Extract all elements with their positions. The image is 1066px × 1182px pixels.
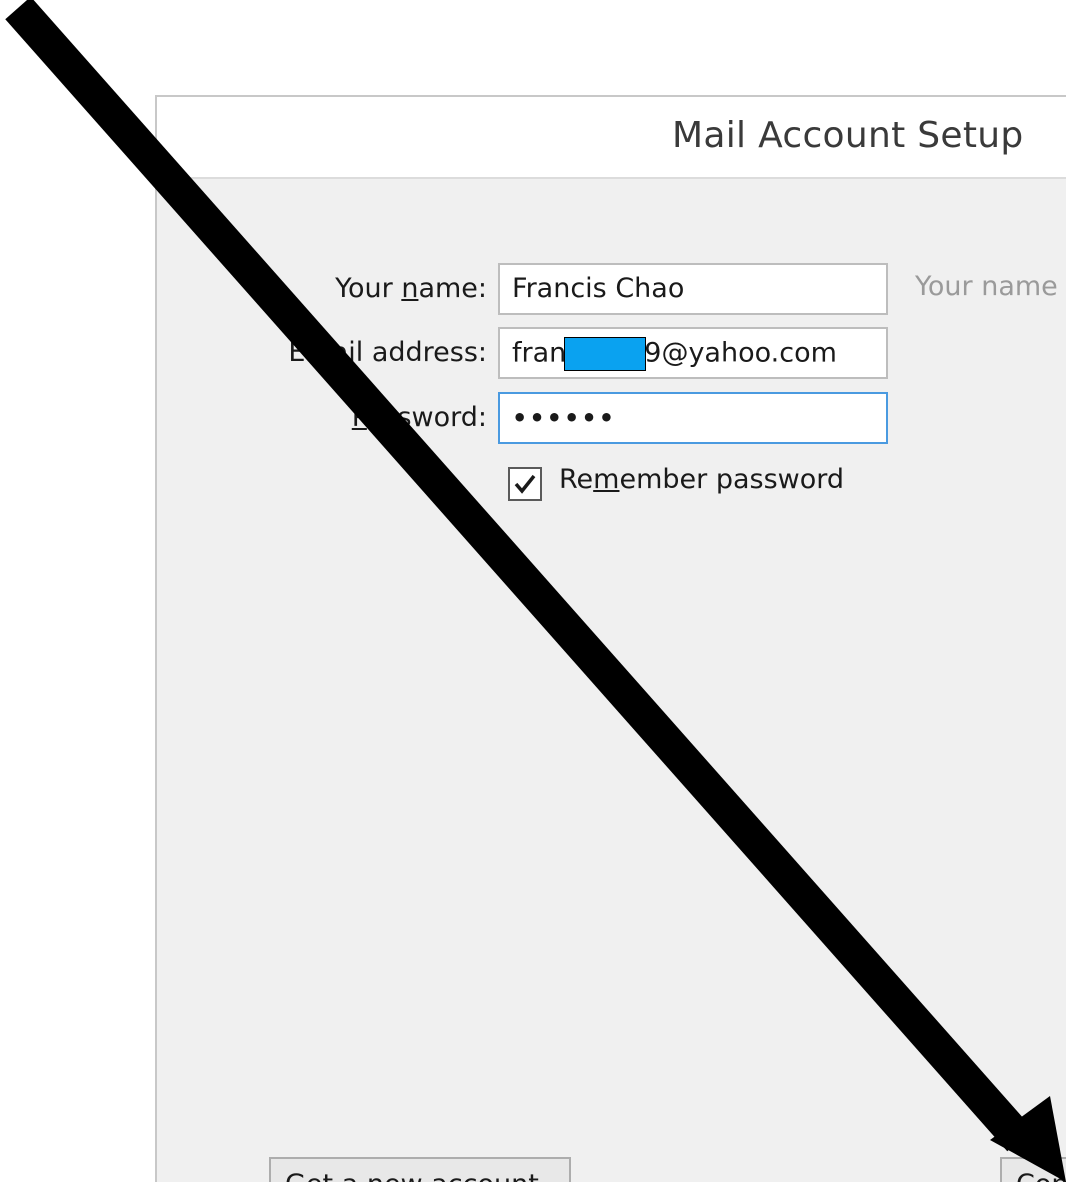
remember-password-checkbox[interactable] <box>508 467 542 501</box>
dialog-titlebar: Mail Account Setup <box>157 97 1066 179</box>
get-new-account-button[interactable]: Get a new account <box>269 1157 571 1182</box>
email-input[interactable]: fran 9@yahoo.com <box>498 327 888 379</box>
redaction-box <box>564 337 647 371</box>
remember-password-label: Remember password <box>559 464 845 495</box>
checkmark-icon <box>514 474 536 494</box>
dialog-title: Mail Account Setup <box>672 115 1024 156</box>
mail-account-setup-dialog: Mail Account Setup Your name: Francis Ch… <box>155 95 1066 1182</box>
continue-button[interactable]: Continue <box>1000 1157 1066 1182</box>
email-label: Email address: <box>288 337 487 368</box>
name-input[interactable]: Francis Chao <box>498 263 888 315</box>
name-label: Your name: <box>335 273 487 304</box>
screenshot-stage: Mail Account Setup Your name: Francis Ch… <box>0 0 1066 1182</box>
name-hint: Your name <box>915 271 1058 302</box>
password-label: Password: <box>351 402 487 433</box>
password-input[interactable]: •••••• <box>498 392 888 444</box>
